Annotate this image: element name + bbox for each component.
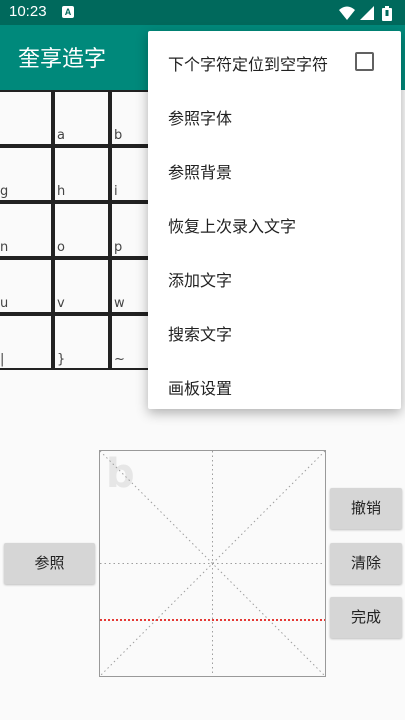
grid-cell[interactable]: v — [53, 258, 110, 314]
grid-cell-char: a — [57, 128, 65, 143]
grid-cell-char: g — [0, 184, 9, 199]
app-title: 奎享造字 — [18, 47, 107, 72]
reference-button[interactable]: 参照 — [4, 543, 95, 584]
menu-item-label: 搜索文字 — [168, 325, 233, 344]
menu-item-add-text[interactable]: 添加文字 — [148, 251, 401, 305]
grid-cell-char: | — [0, 352, 5, 367]
grid-cell[interactable]: a — [53, 90, 110, 146]
grid-cell[interactable]: o — [53, 202, 110, 258]
wifi-icon — [339, 6, 355, 20]
menu-item-reference-background[interactable]: 参照背景 — [148, 143, 401, 197]
grid-cell-char: v — [57, 296, 65, 311]
grid-cell-char: p — [114, 240, 123, 255]
done-button[interactable]: 完成 — [330, 597, 402, 638]
grid-cell-char: ~ — [114, 352, 125, 367]
grid-cell[interactable]: h — [53, 146, 110, 202]
menu-item-label: 添加文字 — [168, 271, 233, 290]
notification-icon: A — [62, 6, 74, 18]
grid-cell[interactable]: g — [0, 146, 53, 202]
status-icons — [339, 6, 392, 21]
menu-item-canvas-settings[interactable]: 画板设置 — [148, 359, 401, 413]
menu-item-label: 参照字体 — [168, 109, 233, 128]
grid-cell-char: w — [114, 296, 125, 311]
grid-cell-char: u — [0, 296, 9, 311]
menu-item-label: 参照背景 — [168, 163, 233, 182]
grid-cell-char: b — [114, 128, 123, 143]
grid-cell[interactable]: | — [0, 314, 53, 370]
grid-cell[interactable]: n — [0, 202, 53, 258]
status-bar: 10:23 A — [0, 0, 405, 25]
grid-cell-char: o — [57, 240, 65, 255]
signal-icon — [360, 6, 374, 20]
grid-cell-char: i — [114, 184, 118, 199]
clear-button[interactable]: 清除 — [330, 543, 402, 584]
grid-cell-char: } — [57, 352, 66, 367]
undo-button[interactable]: 撤销 — [330, 488, 402, 529]
menu-item-label: 下个字符定位到空字符 — [168, 55, 329, 74]
pad-guides — [100, 451, 325, 676]
menu-item-search-text[interactable]: 搜索文字 — [148, 305, 401, 359]
grid-cell-char: n — [0, 240, 9, 255]
battery-icon — [382, 6, 392, 21]
drawing-pad[interactable]: b — [99, 450, 326, 677]
grid-cell[interactable] — [0, 90, 53, 146]
menu-item-reference-font[interactable]: 参照字体 — [148, 89, 401, 143]
menu-item-next-empty-char[interactable]: 下个字符定位到空字符 — [148, 35, 401, 89]
menu-item-label: 画板设置 — [168, 379, 233, 398]
menu-item-label: 恢复上次录入文字 — [168, 217, 297, 236]
grid-cell[interactable]: } — [53, 314, 110, 370]
menu-item-restore-last-input[interactable]: 恢复上次录入文字 — [148, 197, 401, 251]
status-time: 10:23 — [9, 3, 47, 20]
next-empty-char-checkbox[interactable] — [355, 52, 374, 71]
overflow-menu: 下个字符定位到空字符 参照字体 参照背景 恢复上次录入文字 添加文字 搜索文字 … — [148, 31, 401, 409]
grid-cell[interactable]: u — [0, 258, 53, 314]
grid-cell-char: h — [57, 184, 66, 199]
